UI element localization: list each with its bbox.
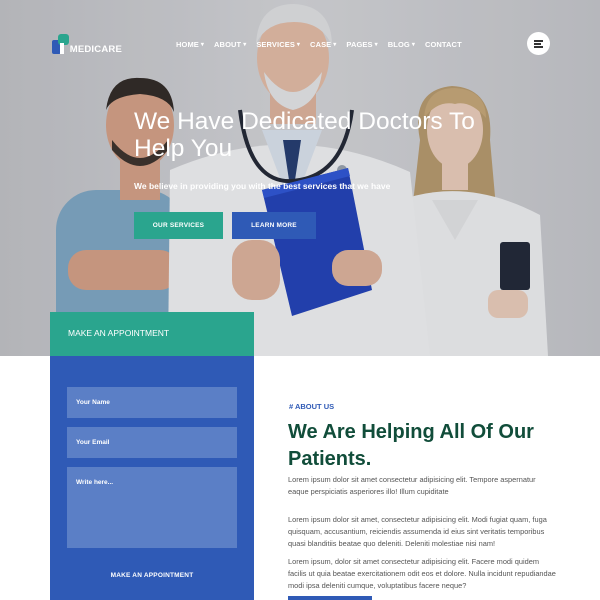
nav-item-home[interactable]: HOME ▾ bbox=[176, 38, 204, 50]
name-field[interactable]: Your Name bbox=[67, 387, 237, 418]
brand-name: MEDICARE bbox=[69, 43, 122, 55]
about-title: We Are Helping All Of Our Patients. bbox=[288, 421, 534, 470]
main-nav: HOME ▾ ABOUT ▾ SERVICES ▾ CASE ▾ PAGES ▾… bbox=[176, 38, 472, 50]
nav-label: ABOUT bbox=[214, 39, 242, 49]
brand-logo[interactable]: MEDICARE bbox=[52, 30, 122, 58]
nav-item-contact[interactable]: CONTACT bbox=[425, 38, 462, 50]
email-field[interactable]: Your Email bbox=[67, 427, 237, 458]
nav-label: BLOG bbox=[387, 39, 410, 49]
about-paragraph: Lorem ipsum dolor sit amet consectetur a… bbox=[288, 475, 536, 496]
hero-title: We Have Dedicated Doctors To Help You bbox=[134, 108, 475, 162]
nav-item-about[interactable]: ABOUT ▾ bbox=[214, 38, 246, 50]
hero-section: MEDICARE HOME ▾ ABOUT ▾ SERVICES ▾ CASE … bbox=[0, 0, 600, 356]
nav-item-blog[interactable]: BLOG ▾ bbox=[388, 38, 415, 50]
nav-label: CONTACT bbox=[424, 39, 462, 49]
nav-label: SERVICES bbox=[256, 39, 295, 49]
appointment-heading: MAKE AN APPOINTMENT bbox=[50, 312, 254, 356]
make-appointment-button[interactable]: MAKE AN APPOINTMENT bbox=[50, 572, 254, 579]
learn-more-button[interactable]: LEARN MORE bbox=[232, 212, 316, 239]
message-textarea[interactable]: Write here... bbox=[67, 467, 237, 548]
our-services-button[interactable]: OUR SERVICES bbox=[134, 212, 223, 239]
nav-item-services[interactable]: SERVICES ▾ bbox=[256, 38, 300, 50]
chevron-down-icon: ▾ bbox=[243, 41, 247, 48]
hamburger-icon bbox=[534, 40, 543, 42]
chevron-down-icon: ▾ bbox=[333, 41, 337, 48]
medicare-logo-icon bbox=[52, 32, 69, 56]
site-header: MEDICARE HOME ▾ ABOUT ▾ SERVICES ▾ CASE … bbox=[0, 0, 600, 88]
about-paragraph: Lorem ipsum dolor sit amet, consectetur … bbox=[288, 515, 547, 548]
about-read-more-button[interactable] bbox=[288, 596, 372, 600]
nav-item-case[interactable]: CASE ▾ bbox=[310, 38, 336, 50]
chevron-down-icon: ▾ bbox=[200, 41, 205, 48]
hero-subtitle: We believe in providing you with the bes… bbox=[134, 181, 391, 191]
chevron-down-icon: ▾ bbox=[411, 41, 415, 48]
chevron-down-icon: ▾ bbox=[296, 41, 301, 48]
nav-label: CASE bbox=[310, 39, 332, 49]
about-paragraph: Lorem ipsum, dolor sit amet consectetur … bbox=[288, 557, 556, 590]
nav-item-pages[interactable]: PAGES ▾ bbox=[346, 38, 377, 50]
about-tag: # ABOUT US bbox=[289, 402, 335, 411]
nav-label: PAGES bbox=[346, 39, 373, 49]
chevron-down-icon: ▾ bbox=[374, 41, 378, 48]
hamburger-menu-button[interactable] bbox=[527, 32, 550, 55]
appointment-form: Your Name Your Email Write here... MAKE … bbox=[50, 356, 254, 600]
nav-label: HOME bbox=[176, 39, 199, 49]
